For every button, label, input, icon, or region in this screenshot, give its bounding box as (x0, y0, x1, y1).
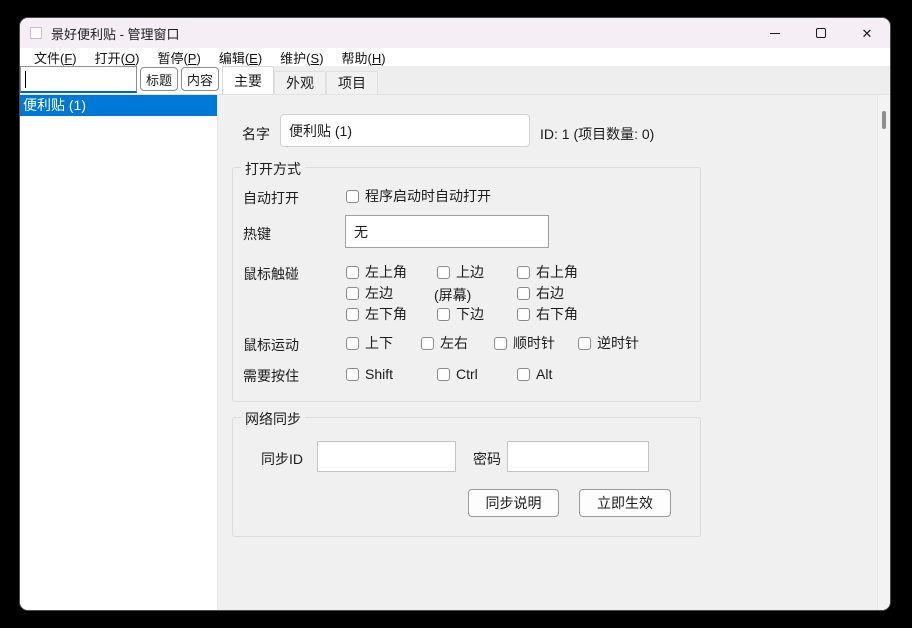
checkbox-motion-clockwise[interactable]: 顺时针 (494, 335, 555, 351)
network-sync-group: 网络同步 同步ID 密码 同步说明 立即生效 (232, 417, 701, 537)
menu-edit[interactable]: 编辑(E) (210, 48, 271, 67)
checkbox-motion-leftright[interactable]: 左右 (421, 335, 468, 351)
maximize-button[interactable] (798, 18, 844, 48)
tab-strip: 主要 外观 项目 (222, 66, 890, 94)
screen-center-text: (屏幕) (434, 285, 471, 305)
checkbox-icon (517, 266, 530, 279)
search-content-button[interactable]: 内容 (181, 67, 219, 91)
checkbox-auto-open[interactable]: 程序启动时自动打开 (346, 188, 491, 204)
tab-items[interactable]: 项目 (326, 71, 378, 94)
checkbox-motion-counterclockwise[interactable]: 逆时针 (578, 335, 639, 351)
scrollbar-track[interactable] (877, 95, 890, 610)
toolbar: 标题 内容 主要 外观 项目 (20, 66, 890, 95)
search-input[interactable] (20, 66, 137, 93)
checkbox-bottom-edge[interactable]: 下边 (437, 306, 484, 322)
checkbox-icon (437, 368, 450, 381)
menu-file[interactable]: 文件(F) (25, 48, 86, 67)
list-item[interactable]: 便利贴 (1) (20, 95, 217, 116)
tab-main[interactable]: 主要 (222, 66, 274, 94)
mouse-touch-label: 鼠标触碰 (243, 264, 299, 284)
hotkey-field[interactable]: 无 (345, 215, 549, 248)
menu-pause[interactable]: 暂停(P) (148, 48, 209, 67)
checkbox-icon (494, 337, 507, 350)
app-icon (30, 27, 42, 39)
sync-id-field[interactable] (317, 441, 456, 472)
checkbox-icon (346, 368, 359, 381)
checkbox-icon (517, 368, 530, 381)
checkbox-icon (346, 266, 359, 279)
menubar: 文件(F) 打开(O) 暂停(P) 编辑(E) 维护(S) 帮助(H) (20, 48, 890, 66)
scrollbar-thumb[interactable] (882, 111, 886, 129)
checkbox-alt[interactable]: Alt (517, 366, 552, 382)
sync-id-label: 同步ID (261, 449, 303, 469)
name-field-value: 便利贴 (1) (289, 121, 352, 141)
window-controls: ✕ (752, 18, 890, 48)
checkbox-icon (346, 287, 359, 300)
checkbox-icon (421, 337, 434, 350)
checkbox-ctrl[interactable]: Ctrl (437, 366, 478, 382)
close-button[interactable]: ✕ (844, 18, 890, 48)
checkbox-motion-updown[interactable]: 上下 (346, 335, 393, 351)
search-title-button[interactable]: 标题 (140, 67, 178, 91)
notes-list: 便利贴 (1) (20, 95, 218, 610)
name-field[interactable]: 便利贴 (1) (280, 114, 530, 147)
password-field[interactable] (507, 441, 649, 472)
content-area: 便利贴 (1) 名字 便利贴 (1) ID: 1 (项目数量: 0) 打开方式 … (20, 95, 890, 610)
close-icon: ✕ (862, 27, 873, 40)
hotkey-label: 热键 (243, 224, 271, 244)
menu-help[interactable]: 帮助(H) (333, 48, 395, 67)
menu-open[interactable]: 打开(O) (86, 48, 149, 67)
open-mode-group-title: 打开方式 (241, 159, 305, 179)
checkbox-icon (517, 308, 530, 321)
checkbox-icon (346, 190, 359, 203)
checkbox-bottom-right[interactable]: 右下角 (517, 306, 578, 322)
checkbox-shift[interactable]: Shift (346, 366, 393, 382)
window-title: 景好便利贴 - 管理窗口 (51, 24, 180, 43)
text-caret (25, 71, 26, 88)
password-label: 密码 (473, 449, 501, 469)
maximize-icon (816, 28, 826, 38)
auto-open-label: 自动打开 (243, 188, 299, 208)
hotkey-field-value: 无 (354, 222, 368, 242)
titlebar: 景好便利贴 - 管理窗口 ✕ (20, 18, 890, 48)
checkbox-icon (578, 337, 591, 350)
apply-now-button[interactable]: 立即生效 (579, 489, 671, 517)
mouse-motion-label: 鼠标运动 (243, 335, 299, 355)
name-label: 名字 (242, 124, 270, 144)
checkbox-icon (346, 337, 359, 350)
checkbox-icon (346, 308, 359, 321)
open-mode-group: 打开方式 自动打开 程序启动时自动打开 热键 无 鼠标触碰 左上角 上边 右上角… (232, 167, 701, 402)
network-sync-group-title: 网络同步 (241, 409, 305, 429)
checkbox-top-left[interactable]: 左上角 (346, 264, 407, 280)
checkbox-icon (437, 308, 450, 321)
id-text: ID: 1 (项目数量: 0) (540, 124, 654, 144)
minimize-icon (770, 33, 780, 34)
app-window: 景好便利贴 - 管理窗口 ✕ 文件(F) 打开(O) 暂停(P) 编辑(E) 维… (20, 18, 890, 610)
checkbox-left-edge[interactable]: 左边 (346, 285, 393, 301)
main-panel: 名字 便利贴 (1) ID: 1 (项目数量: 0) 打开方式 自动打开 程序启… (218, 95, 877, 610)
menu-maintain[interactable]: 维护(S) (271, 48, 332, 67)
checkbox-top-edge[interactable]: 上边 (437, 264, 484, 280)
checkbox-right-edge[interactable]: 右边 (517, 285, 564, 301)
minimize-button[interactable] (752, 18, 798, 48)
checkbox-top-right[interactable]: 右上角 (517, 264, 578, 280)
checkbox-icon (517, 287, 530, 300)
checkbox-bottom-left[interactable]: 左下角 (346, 306, 407, 322)
sync-help-button[interactable]: 同步说明 (468, 489, 559, 517)
checkbox-icon (437, 266, 450, 279)
modifier-label: 需要按住 (243, 366, 299, 386)
tab-appearance[interactable]: 外观 (274, 71, 326, 94)
